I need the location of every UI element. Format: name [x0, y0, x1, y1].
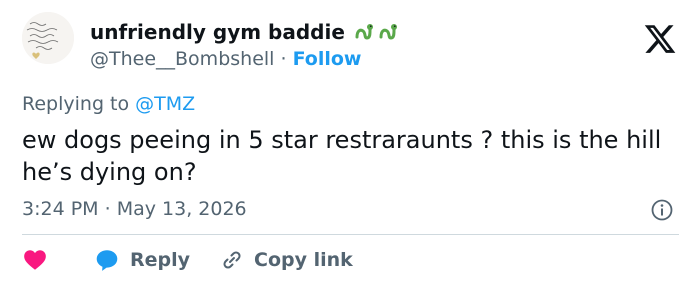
handle-row: @Thee__Bombshell · Follow	[90, 48, 362, 70]
replying-to: Replying to @TMZ	[22, 93, 195, 115]
copy-link-button[interactable]: Copy link	[220, 248, 353, 272]
tweet-time: 3:24 PM	[22, 198, 99, 220]
action-bar: Reply Copy link	[22, 245, 353, 275]
tweet-text: ew dogs peeing in 5 star restraraunts ? …	[22, 126, 662, 186]
heart-icon	[24, 250, 46, 270]
snake-emoji-icon	[355, 24, 373, 40]
tweet-card: unfriendly gym baddie @Thee__Bombshell ·…	[0, 0, 700, 287]
x-logo-icon[interactable]	[643, 22, 677, 56]
mention-link[interactable]: @TMZ	[135, 93, 195, 115]
emoji-group	[353, 21, 399, 43]
handle[interactable]: @Thee__Bombshell	[90, 48, 274, 70]
avatar[interactable]	[22, 12, 74, 64]
reply-button[interactable]: Reply	[94, 247, 190, 273]
tweet-timestamp[interactable]: 3:24 PM · May 13, 2026	[22, 198, 247, 220]
info-icon[interactable]	[650, 198, 674, 222]
avatar-image	[22, 12, 74, 64]
like-button[interactable]	[22, 246, 50, 274]
tweet-date: May 13, 2026	[116, 198, 247, 220]
link-icon	[223, 251, 241, 269]
copy-link-label: Copy link	[254, 249, 353, 271]
follow-button[interactable]: Follow	[293, 48, 362, 70]
reply-bubble-icon	[96, 250, 118, 271]
divider	[22, 234, 679, 235]
separator: ·	[280, 48, 287, 70]
separator: ·	[104, 198, 111, 220]
reply-label: Reply	[130, 249, 191, 271]
display-name[interactable]: unfriendly gym baddie	[90, 20, 345, 44]
replying-to-prefix: Replying to	[22, 93, 130, 115]
name-row: unfriendly gym baddie	[90, 20, 399, 44]
snake-emoji-icon	[379, 24, 397, 40]
